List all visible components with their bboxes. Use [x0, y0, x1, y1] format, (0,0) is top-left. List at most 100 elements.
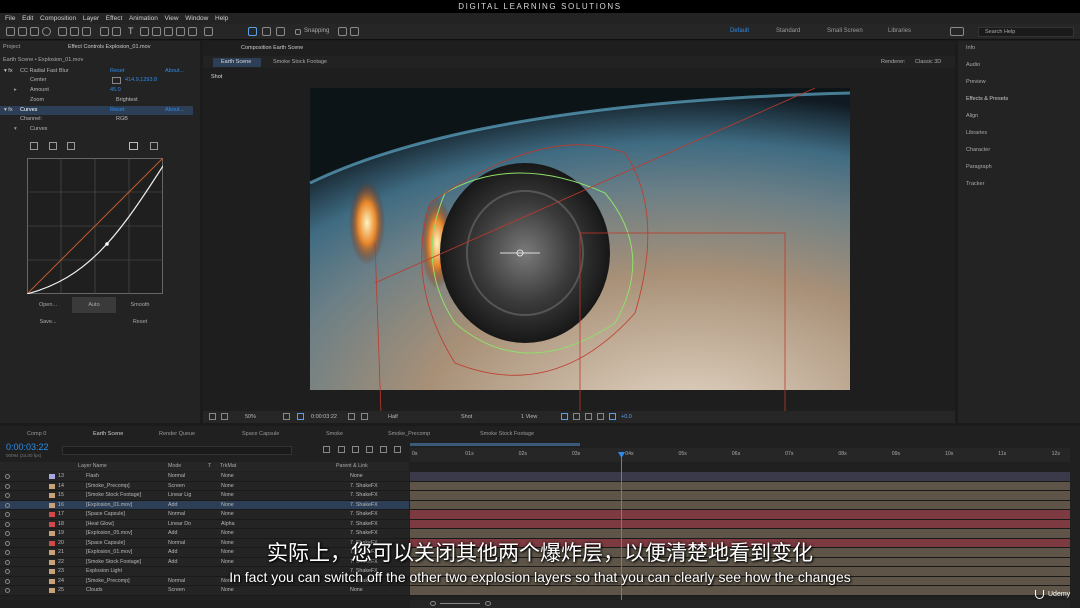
- workspace-libraries[interactable]: Libraries: [888, 28, 911, 34]
- layer-mode-dropdown[interactable]: Screen: [168, 482, 185, 492]
- layer-duration-bar[interactable]: [410, 491, 1070, 501]
- tab-smoke-stock-footage[interactable]: Smoke Stock Footage: [273, 59, 327, 65]
- col-t[interactable]: T: [208, 462, 211, 471]
- axis-world-icon[interactable]: [262, 27, 271, 36]
- layer-name[interactable]: [Smoke_Precomp]: [86, 482, 130, 492]
- label-color-swatch[interactable]: [49, 521, 55, 527]
- layer-duration-bar[interactable]: [410, 472, 1070, 482]
- menu-layer[interactable]: Layer: [83, 13, 99, 24]
- curves-save-button[interactable]: Save...: [26, 314, 70, 330]
- menu-composition[interactable]: Composition: [40, 13, 76, 24]
- layer-name[interactable]: [Smoke Stock Footage]: [86, 491, 141, 501]
- work-area-bar[interactable]: [410, 443, 580, 446]
- panel-preview[interactable]: Preview: [962, 79, 1080, 85]
- layer-row[interactable]: 13 Flash Normal None None: [0, 472, 409, 482]
- zoom-dropdown[interactable]: Brightest: [116, 96, 138, 105]
- effect-about-link[interactable]: About...: [165, 106, 184, 115]
- timeline-tab-space-capsule[interactable]: Space Capsule: [242, 431, 279, 437]
- pan-behind-tool-icon[interactable]: [82, 27, 91, 36]
- renderer-value[interactable]: Classic 3D: [915, 59, 941, 65]
- layer-trkmat-dropdown[interactable]: None: [221, 482, 234, 492]
- effect-cc-radial-fast-blur[interactable]: ▾ fx CC Radial Fast Blur Reset About...: [0, 67, 193, 76]
- show-snapshot-icon[interactable]: [361, 413, 368, 420]
- snapshot-icon[interactable]: [348, 413, 355, 420]
- timeline-tab-smoke-precomp[interactable]: Smoke_Precomp: [388, 431, 430, 437]
- puppet-tool-icon[interactable]: [188, 27, 197, 36]
- curves-auto-button[interactable]: Auto: [72, 297, 116, 313]
- zoom-dropdown[interactable]: 50%: [245, 414, 256, 420]
- panel-tracker[interactable]: Tracker: [962, 181, 1080, 187]
- panel-align[interactable]: Align: [962, 113, 1080, 119]
- menu-effect[interactable]: Effect: [106, 13, 123, 24]
- zoom-tool-icon[interactable]: [42, 27, 51, 36]
- timeline-search-input[interactable]: [62, 446, 292, 455]
- flowchart-icon[interactable]: [597, 413, 604, 420]
- panel-character[interactable]: Character: [962, 147, 1080, 153]
- layer-mode-dropdown[interactable]: Normal: [168, 472, 185, 482]
- layer-trkmat-dropdown[interactable]: None: [221, 501, 234, 511]
- workspace-standard[interactable]: Standard: [776, 28, 800, 34]
- layer-trkmat-dropdown[interactable]: None: [221, 586, 234, 596]
- workspace-small-screen[interactable]: Small Screen: [827, 28, 863, 34]
- roto-brush-tool-icon[interactable]: [176, 27, 185, 36]
- layer-trkmat-dropdown[interactable]: None: [221, 510, 234, 520]
- panel-effects-presets[interactable]: Effects & Presets: [962, 96, 1080, 102]
- label-color-swatch[interactable]: [49, 493, 55, 498]
- col-layer-name[interactable]: Layer Name: [78, 462, 107, 471]
- timeline-tab-comp-0[interactable]: Comp 0: [27, 431, 46, 437]
- timeline-icon[interactable]: [585, 413, 592, 420]
- layer-name[interactable]: Flash: [86, 472, 99, 482]
- zoom-in-icon[interactable]: [485, 601, 491, 606]
- layer-parent-dropdown[interactable]: 7. ShakeFX: [350, 520, 378, 530]
- curves-reset-button[interactable]: Reset: [118, 314, 162, 330]
- snap-options-icon[interactable]: [338, 27, 347, 36]
- label-color-swatch[interactable]: [49, 474, 55, 479]
- channel-dropdown[interactable]: RGB: [116, 115, 128, 124]
- always-preview-icon[interactable]: [209, 413, 216, 420]
- effect-reset-link[interactable]: Reset: [110, 106, 124, 115]
- layer-parent-dropdown[interactable]: 7. ShakeFX: [350, 482, 378, 492]
- tab-composition[interactable]: Composition Earth Scene: [241, 45, 303, 51]
- tab-project[interactable]: Project: [3, 44, 20, 50]
- curves-open-button[interactable]: Open...: [26, 297, 70, 313]
- visibility-eye-icon[interactable]: [5, 531, 10, 536]
- resolution-dropdown[interactable]: Half: [388, 414, 398, 420]
- layer-row[interactable]: 17 [Space Capsule] Normal None 7. ShakeFX: [0, 510, 409, 520]
- layer-parent-dropdown[interactable]: None: [350, 472, 363, 482]
- effect-about-link[interactable]: About...: [165, 67, 184, 76]
- layer-trkmat-dropdown[interactable]: None: [221, 472, 234, 482]
- visibility-eye-icon[interactable]: [5, 493, 10, 498]
- layer-row[interactable]: 18 [Heat Glow] Linear Do Alpha 7. ShakeFX: [0, 519, 409, 530]
- visibility-eye-icon[interactable]: [5, 512, 10, 517]
- rotate-tool-icon[interactable]: [58, 27, 67, 36]
- layer-duration-bar[interactable]: [410, 519, 1070, 529]
- brush-tool-icon[interactable]: [140, 27, 149, 36]
- col-trkmat[interactable]: TrkMat: [220, 462, 236, 471]
- timeline-tab-render-queue[interactable]: Render Queue: [159, 431, 195, 437]
- panel-libraries[interactable]: Libraries: [962, 130, 1080, 136]
- panel-audio[interactable]: Audio: [962, 62, 1080, 68]
- clone-stamp-tool-icon[interactable]: [152, 27, 161, 36]
- layer-parent-dropdown[interactable]: None: [350, 586, 363, 596]
- axis-local-icon[interactable]: [248, 27, 257, 36]
- menu-animation[interactable]: Animation: [129, 13, 158, 24]
- label-color-swatch[interactable]: [49, 483, 55, 489]
- timeline-tab-earth-scene[interactable]: Earth Scene: [93, 431, 123, 437]
- layer-row[interactable]: 25 Clouds Screen None None: [0, 586, 409, 596]
- mask-visibility-icon[interactable]: [297, 413, 304, 420]
- layer-name[interactable]: [Space Capsule]: [86, 510, 125, 520]
- crosshair-icon[interactable]: [112, 77, 121, 84]
- layer-parent-dropdown[interactable]: 7. ShakeFX: [350, 501, 378, 511]
- menu-edit[interactable]: Edit: [22, 13, 33, 24]
- layer-duration-bar[interactable]: [410, 510, 1070, 520]
- eraser-tool-icon[interactable]: [164, 27, 173, 36]
- channel-icon[interactable]: [30, 142, 38, 150]
- menu-help[interactable]: Help: [215, 13, 228, 24]
- layer-duration-bar[interactable]: [410, 500, 1070, 510]
- layer-name[interactable]: [Explosion_01.mov]: [86, 501, 132, 511]
- camera-tool-icon[interactable]: [70, 27, 79, 36]
- layer-mode-dropdown[interactable]: Normal: [168, 510, 185, 520]
- layer-parent-dropdown[interactable]: 7. ShakeFX: [350, 491, 378, 501]
- bezier-curve-icon[interactable]: [129, 142, 138, 150]
- timeline-tab-smoke-stock-footage[interactable]: Smoke Stock Footage: [480, 431, 534, 437]
